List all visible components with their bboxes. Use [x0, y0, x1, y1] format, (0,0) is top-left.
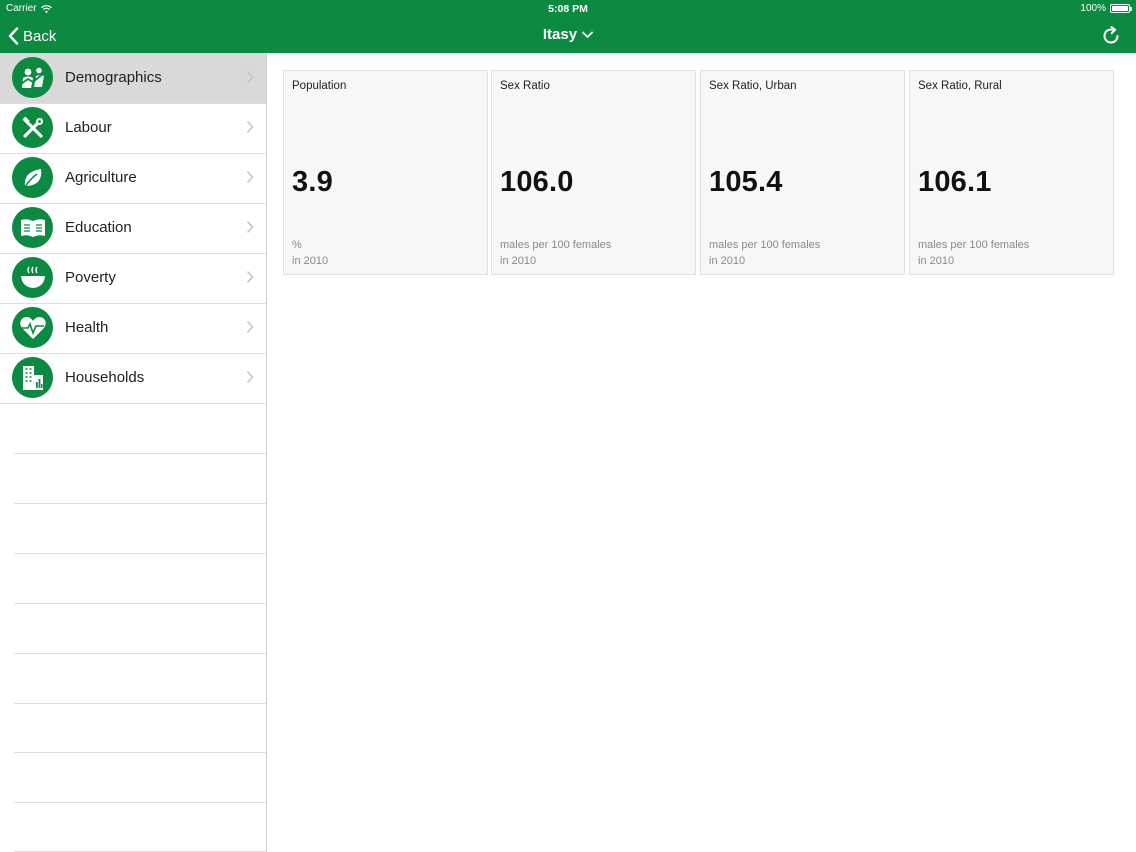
demographics-icon: [12, 57, 53, 98]
card-year: in 2010: [292, 255, 329, 267]
sidebar-item-label: Demographics: [65, 69, 162, 86]
sidebar-item-label: Households: [65, 369, 145, 386]
divider: [14, 503, 266, 504]
battery-percent: 100%: [1080, 3, 1106, 14]
bowl-icon: [12, 257, 53, 298]
divider: [0, 403, 266, 404]
sidebar-item-poverty[interactable]: Poverty: [0, 253, 266, 303]
chevron-right-icon: [246, 170, 254, 184]
card-year: in 2010: [709, 255, 746, 267]
indicator-card-sex-ratio[interactable]: Sex Ratio 106.0 males per 100 females in…: [491, 70, 696, 275]
chevron-right-icon: [246, 320, 254, 334]
card-year: in 2010: [500, 255, 537, 267]
indicator-card-population[interactable]: Population 3.9 % in 2010: [283, 70, 488, 275]
divider: [14, 453, 266, 454]
card-unit: males per 100 females: [709, 239, 821, 251]
indicator-card-sex-ratio-urban[interactable]: Sex Ratio, Urban 105.4 males per 100 fem…: [700, 70, 905, 275]
divider: [14, 553, 266, 554]
card-title: Sex Ratio: [500, 80, 550, 92]
sidebar-item-households[interactable]: Households: [0, 353, 266, 403]
card-title: Sex Ratio, Urban: [709, 80, 797, 92]
top-bar: Carrier 5:08 PM 100% Back Itasy: [0, 0, 1136, 53]
sidebar-item-labour[interactable]: Labour: [0, 103, 266, 153]
sidebar-item-label: Labour: [65, 119, 112, 136]
sidebar-item-education[interactable]: Education: [0, 203, 266, 253]
sidebar-item-label: Poverty: [65, 269, 116, 286]
sidebar-item-label: Agriculture: [65, 169, 137, 186]
leaf-icon: [12, 157, 53, 198]
card-unit: males per 100 females: [918, 239, 1030, 251]
status-bar: Carrier 5:08 PM 100%: [0, 0, 1136, 18]
refresh-icon[interactable]: [1100, 25, 1122, 47]
divider: [14, 603, 266, 604]
chevron-right-icon: [246, 370, 254, 384]
divider: [14, 802, 266, 803]
card-value: 106.1: [918, 166, 992, 198]
book-icon: [12, 207, 53, 248]
tools-icon: [12, 107, 53, 148]
divider: [14, 752, 266, 753]
status-time: 5:08 PM: [548, 3, 588, 15]
sidebar-item-demographics[interactable]: Demographics: [0, 53, 266, 103]
card-value: 106.0: [500, 166, 574, 198]
card-value: 105.4: [709, 166, 783, 198]
chevron-right-icon: [246, 270, 254, 284]
indicator-card-sex-ratio-rural[interactable]: Sex Ratio, Rural 106.1 males per 100 fem…: [909, 70, 1114, 275]
card-unit: males per 100 females: [500, 239, 612, 251]
divider: [14, 703, 266, 704]
buildings-icon: [12, 357, 53, 398]
region-selector: Itasy: [0, 26, 1136, 43]
chevron-down-icon: [582, 31, 593, 38]
card-title: Population: [292, 80, 347, 92]
chevron-right-icon: [246, 120, 254, 134]
card-year: in 2010: [918, 255, 955, 267]
sidebar-item-health[interactable]: Health: [0, 303, 266, 353]
card-title: Sex Ratio, Rural: [918, 80, 1002, 92]
sidebar-item-label: Education: [65, 219, 132, 236]
region-dropdown[interactable]: Itasy: [543, 26, 593, 43]
sidebar: Demographics Labour Agriculture Educatio…: [0, 53, 267, 852]
heart-pulse-icon: [12, 307, 53, 348]
navigation-bar: Back Itasy: [0, 18, 1136, 53]
page-title: Itasy: [542, 26, 578, 43]
battery-indicator: 100%: [1080, 3, 1132, 14]
sidebar-item-agriculture[interactable]: Agriculture: [0, 153, 266, 203]
card-unit: %: [292, 239, 302, 251]
divider: [14, 653, 266, 654]
chevron-right-icon: [246, 70, 254, 84]
card-value: 3.9: [292, 166, 333, 198]
battery-icon: [1110, 4, 1132, 13]
sidebar-item-label: Health: [65, 319, 109, 336]
chevron-right-icon: [246, 220, 254, 234]
